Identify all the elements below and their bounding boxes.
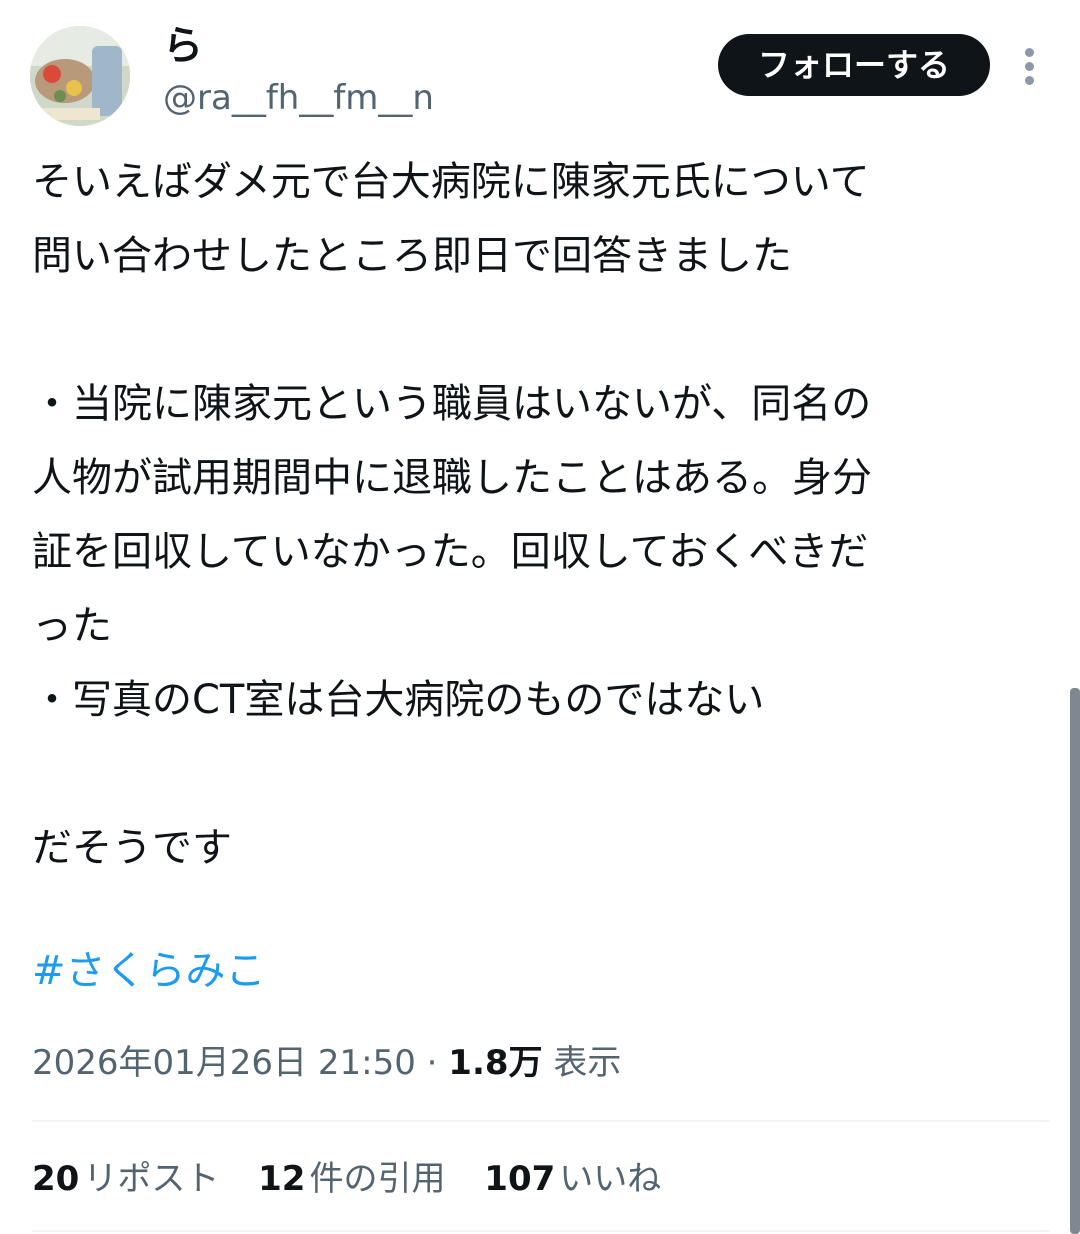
- meta-separator: ·: [426, 1043, 438, 1083]
- more-options-dot: [1025, 76, 1034, 85]
- tweet-text: そいえばダメ元で台大病院に陳家元氏について 問い合わせしたところ即日で回答きまし…: [32, 145, 1042, 885]
- tweet-text-line: [32, 737, 1042, 811]
- tweet-timestamp[interactable]: 2026年01月26日 21:50: [32, 1043, 416, 1083]
- tweet-text-line: だそうです: [32, 825, 232, 871]
- tweet-text-line: ・当院に陳家元という職員はいないが、同名の: [32, 381, 872, 427]
- scrollbar[interactable]: [1070, 688, 1080, 1234]
- hashtag-link[interactable]: #さくらみこ: [32, 934, 266, 1008]
- divider: [32, 1120, 1050, 1122]
- reposts-stat[interactable]: 20 リポスト: [32, 1152, 219, 1206]
- avatar[interactable]: [30, 26, 130, 126]
- avatar-image: [30, 26, 130, 126]
- engagement-stats: 20 リポスト 12 件の引用 107 いいね: [32, 1152, 689, 1206]
- more-options-dot: [1025, 62, 1034, 71]
- likes-stat[interactable]: 107 いいね: [484, 1152, 661, 1206]
- reposts-label: リポスト: [83, 1159, 220, 1199]
- tweet-text-line: 問い合わせしたところ即日で回答きました: [32, 233, 792, 279]
- tweet-text-line: [32, 293, 1042, 367]
- follow-button[interactable]: フォローする: [718, 34, 990, 96]
- likes-count: 107: [484, 1159, 556, 1199]
- tweet-text-line: った: [32, 603, 112, 649]
- views-count: 1.8万: [448, 1043, 543, 1083]
- tweet-text-line: 人物が試用期間中に退職したことはある。身分: [32, 455, 872, 501]
- quotes-stat[interactable]: 12 件の引用: [258, 1152, 445, 1206]
- tweet-text-line: そいえばダメ元で台大病院に陳家元氏について: [32, 159, 870, 205]
- reposts-count: 20: [32, 1159, 80, 1199]
- tweet-meta: 2026年01月26日 21:50 · 1.8万 表示: [32, 1038, 621, 1088]
- more-options-dot: [1025, 48, 1034, 57]
- author-handle[interactable]: @ra__fh__fm__n: [163, 76, 434, 120]
- quotes-label: 件の引用: [309, 1159, 446, 1199]
- likes-label: いいね: [559, 1159, 662, 1199]
- author-display-name[interactable]: ら: [163, 22, 203, 70]
- divider: [32, 1230, 1050, 1232]
- more-options-icon[interactable]: [1012, 44, 1048, 88]
- quotes-count: 12: [258, 1159, 306, 1199]
- views-label: 表示: [553, 1043, 622, 1083]
- tweet-text-line: 証を回収していなかった。回収しておくべきだ: [32, 529, 869, 575]
- tweet-text-line: ・写真のCT室は台大病院のものではない: [32, 677, 765, 723]
